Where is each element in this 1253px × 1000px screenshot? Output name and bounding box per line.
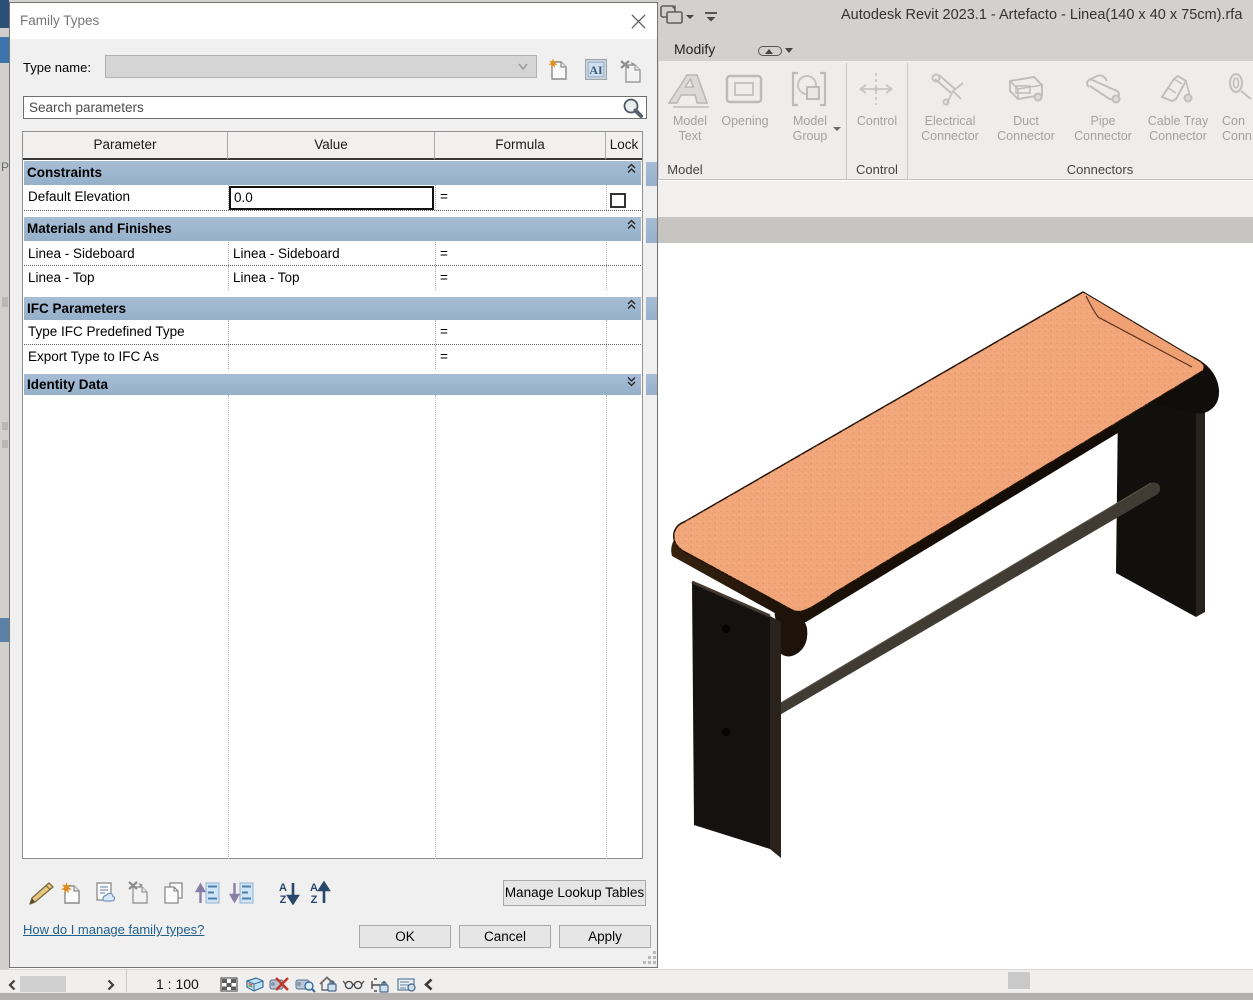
svg-text:Z: Z — [280, 894, 287, 906]
svg-text:A: A — [310, 882, 318, 894]
svg-text:Z: Z — [311, 894, 318, 906]
svg-text:AI: AI — [589, 63, 603, 77]
svg-text:A: A — [279, 882, 287, 894]
